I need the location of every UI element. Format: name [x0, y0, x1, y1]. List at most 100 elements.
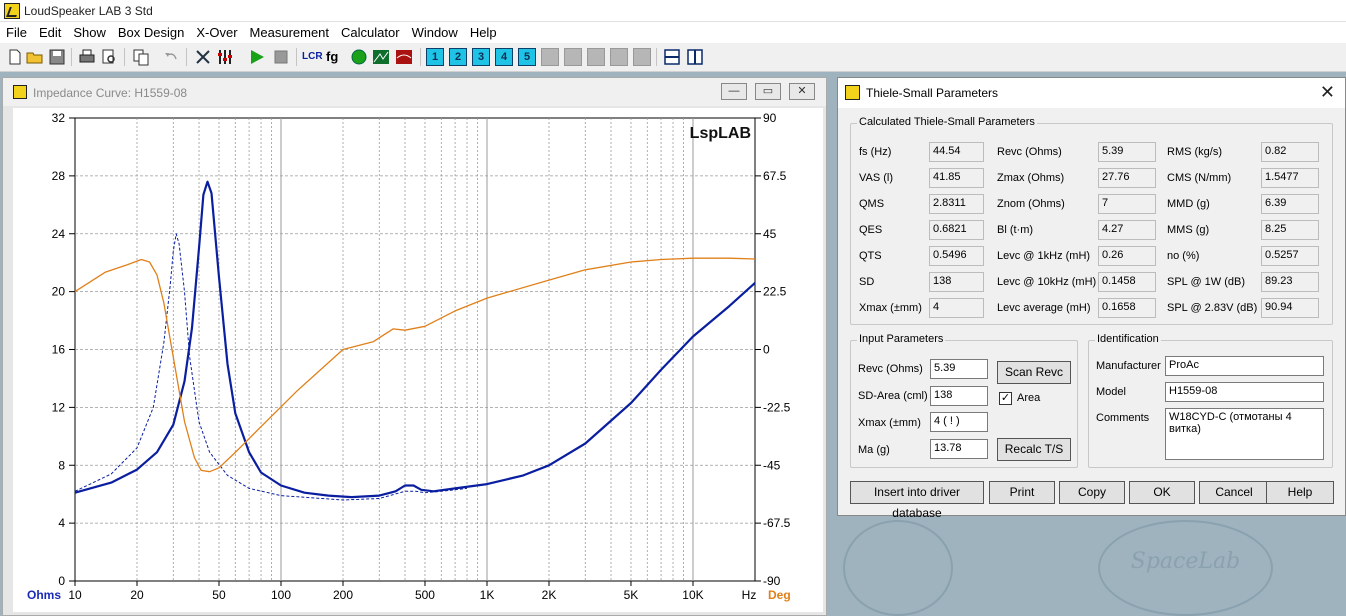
model-input[interactable]: H1559-08 — [1165, 382, 1324, 402]
y-left-tick-label: 4 — [58, 516, 65, 530]
ts-param-label: Levc @ 10kHz (mH) — [997, 276, 1097, 288]
run-play-icon[interactable] — [248, 48, 266, 66]
ts-param-label: Levc average (mH) — [997, 302, 1091, 314]
recalc-ts-button[interactable]: Recalc T/S — [997, 438, 1071, 461]
graph-green-icon[interactable] — [372, 48, 390, 66]
impedance-chart[interactable]: 0 4 8 12 16 20 24 28 32 -90 -67.5 -45 -22.5 0 22.5 45 67… — [13, 108, 823, 612]
print-icon[interactable] — [78, 48, 96, 66]
menu-file[interactable]: File — [0, 22, 33, 40]
menu-x-over[interactable]: X-Over — [190, 22, 243, 40]
print-button[interactable]: Print — [989, 481, 1055, 504]
tools-icon[interactable] — [194, 48, 212, 66]
impedance-curve-window: Impedance Curve: H1559-08 — ▭ ✕ 0 4 8 12 16 2… — [2, 77, 827, 616]
input-parameters-group: Input Parameters Revc (Ohms) 5.39 SD-Are… — [850, 333, 1078, 468]
y-right-unit-label: Deg — [768, 588, 791, 602]
tile-vertical-icon[interactable] — [686, 48, 704, 66]
help-button[interactable]: Help — [1266, 481, 1334, 504]
y-right-tick-label: 22.5 — [763, 285, 787, 299]
menu-bar: File Edit Show Box Design X-Over Measurement C… — [0, 22, 1346, 43]
x-tick-label: 10K — [682, 588, 703, 602]
background-logo: SpaceLab — [1098, 520, 1273, 616]
equalizer-icon[interactable] — [216, 48, 234, 66]
y-left-unit-label: Ohms — [27, 588, 61, 602]
app-logo-icon — [4, 3, 20, 19]
toolbar-button-3[interactable]: 3 — [472, 48, 490, 66]
undo-icon[interactable] — [162, 48, 180, 66]
ts-param-label: RMS (kg/s) — [1167, 146, 1222, 158]
y-left-tick-label: 8 — [58, 458, 65, 472]
scan-revc-button[interactable]: Scan Revc — [997, 361, 1071, 384]
menu-calculator[interactable]: Calculator — [335, 22, 406, 40]
toolbar-button-2[interactable]: 2 — [449, 48, 467, 66]
ts-param-label: SPL @ 1W (dB) — [1167, 276, 1245, 288]
background-logo — [843, 520, 953, 616]
new-file-icon[interactable] — [6, 48, 24, 66]
x-tick-label: 10 — [68, 588, 82, 602]
fg-generator-icon[interactable]: fg — [326, 48, 344, 66]
graph-red-icon[interactable] — [395, 48, 413, 66]
ma-input[interactable]: 13.78 — [930, 439, 988, 459]
x-tick-label: 20 — [130, 588, 144, 602]
cancel-button[interactable]: Cancel — [1199, 481, 1269, 504]
save-icon[interactable] — [48, 48, 66, 66]
menu-help[interactable]: Help — [464, 22, 503, 40]
close-icon[interactable]: ✕ — [1320, 82, 1335, 103]
ts-param-label: Bl (t·m) — [997, 224, 1034, 236]
group-title: Calculated Thiele-Small Parameters — [857, 116, 1037, 128]
green-circle-icon[interactable] — [350, 48, 368, 66]
menu-window[interactable]: Window — [406, 22, 464, 40]
impedance-window-title-bar[interactable]: Impedance Curve: H1559-08 — ▭ ✕ — [3, 78, 826, 106]
ok-button[interactable]: OK — [1129, 481, 1195, 504]
x-tick-label: 2K — [542, 588, 557, 602]
lcr-meter-icon[interactable]: LCR — [302, 48, 323, 66]
xmax-input[interactable]: 4 ( ! ) — [930, 412, 988, 432]
ts-param-value: 138 — [929, 272, 984, 292]
x-unit-label: Hz — [742, 588, 757, 602]
copy-button[interactable]: Copy — [1059, 481, 1125, 504]
x-tick-label: 50 — [212, 588, 226, 602]
revc-input[interactable]: 5.39 — [930, 359, 988, 379]
y-left-tick-label: 0 — [58, 574, 65, 588]
toolbar-disabled-icon[interactable] — [541, 48, 559, 66]
ts-param-value: 0.6821 — [929, 220, 984, 240]
minimize-button[interactable]: — — [721, 83, 747, 100]
menu-measurement[interactable]: Measurement — [244, 22, 335, 40]
comments-textarea[interactable]: W18CYD-C (отмотаны 4 витка) — [1165, 408, 1324, 460]
sd-area-input[interactable]: 138 — [930, 386, 988, 406]
menu-edit[interactable]: Edit — [33, 22, 67, 40]
toolbar-disabled-icon[interactable] — [587, 48, 605, 66]
menu-box-design[interactable]: Box Design — [112, 22, 190, 40]
ts-param-value: 27.76 — [1098, 168, 1156, 188]
ts-dialog-title-bar[interactable]: Thiele-Small Parameters ✕ — [838, 78, 1345, 108]
plot-area: 0 4 8 12 16 20 24 28 32 -90 -67.5 -45 -22.5 0 22.5 45 67… — [13, 108, 823, 612]
toolbar-button-5[interactable]: 5 — [518, 48, 536, 66]
stop-icon[interactable] — [272, 48, 290, 66]
menu-show[interactable]: Show — [67, 22, 112, 40]
y-right-tick-label: -22.5 — [763, 400, 791, 414]
close-button[interactable]: ✕ — [789, 83, 815, 100]
toolbar-button-1[interactable]: 1 — [426, 48, 444, 66]
ts-param-value: 8.25 — [1261, 220, 1319, 240]
maximize-button[interactable]: ▭ — [755, 83, 781, 100]
ts-param-label: Levc @ 1kHz (mH) — [997, 250, 1091, 262]
insert-into-database-button[interactable]: Insert into driver database — [850, 481, 984, 520]
area-checkbox[interactable]: ✓ — [999, 392, 1012, 405]
print-preview-icon[interactable] — [100, 48, 118, 66]
ts-param-value: 7 — [1098, 194, 1156, 214]
copy-icon[interactable] — [132, 48, 150, 66]
open-folder-icon[interactable] — [26, 48, 44, 66]
manufacturer-input[interactable]: ProAc — [1165, 356, 1324, 376]
toolbar-disabled-icon[interactable] — [610, 48, 628, 66]
y-left-tick-label: 28 — [52, 169, 66, 183]
x-tick-label: 100 — [271, 588, 291, 602]
ts-param-label: QTS — [859, 250, 882, 262]
ts-param-value: 0.1658 — [1098, 298, 1156, 318]
toolbar-disabled-icon[interactable] — [633, 48, 651, 66]
toolbar-button-4[interactable]: 4 — [495, 48, 513, 66]
toolbar-disabled-icon[interactable] — [564, 48, 582, 66]
tile-horizontal-icon[interactable] — [663, 48, 681, 66]
y-left-tick-label: 24 — [52, 227, 66, 241]
ts-param-label: SD — [859, 276, 875, 288]
ts-param-value: 0.5496 — [929, 246, 984, 266]
y-right-tick-label: -45 — [763, 458, 781, 472]
